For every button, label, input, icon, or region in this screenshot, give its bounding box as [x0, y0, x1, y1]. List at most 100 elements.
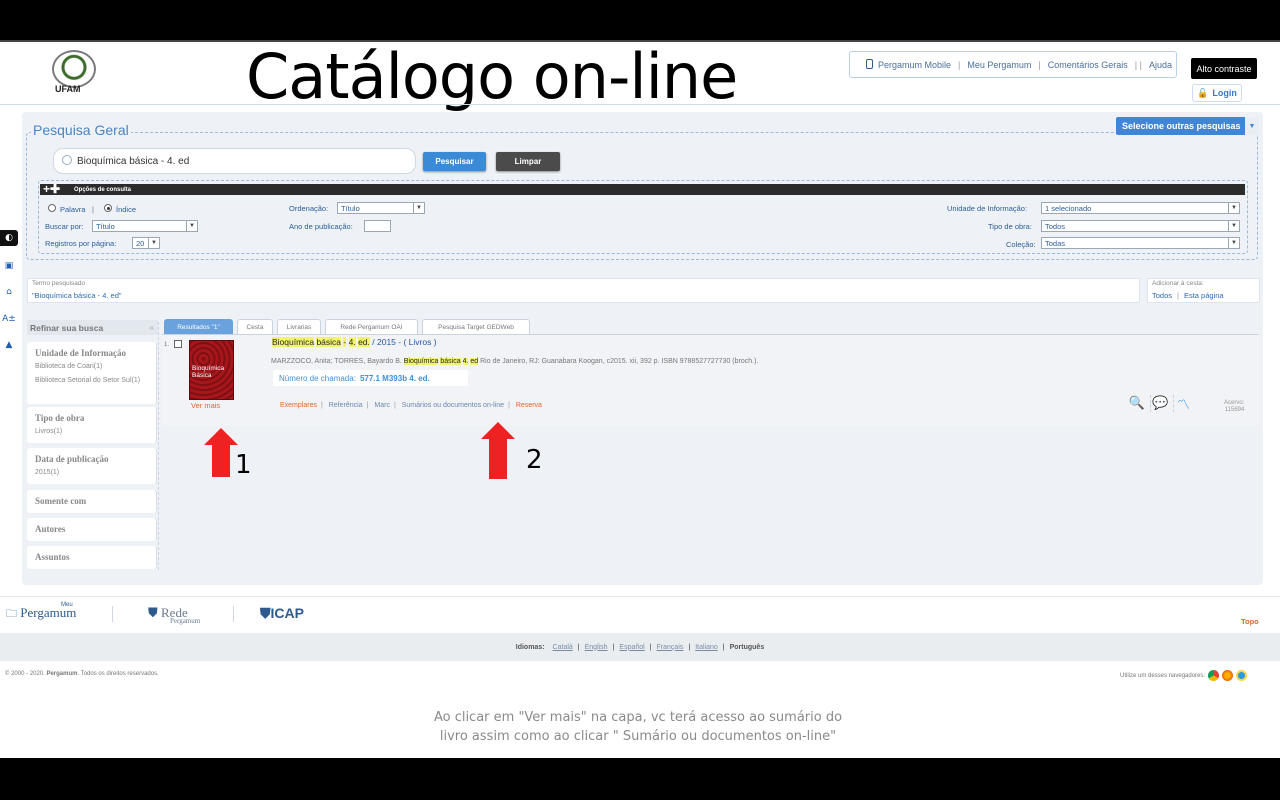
shield-icon: ⛊: [148, 605, 158, 620]
lang-espanol[interactable]: Español: [619, 644, 644, 651]
add-all-link[interactable]: Todos: [1152, 291, 1172, 300]
slide: UFAM Catálogo on-line Pergamum Mobile | …: [0, 40, 1280, 758]
radio-palavra-label: Palavra: [60, 205, 86, 214]
chrome-icon[interactable]: [1208, 670, 1220, 681]
home-icon[interactable]: ⌂: [0, 284, 18, 300]
add-page-link[interactable]: Esta página: [1184, 291, 1224, 300]
refine-group-data[interactable]: Data de publicação 2015(1): [27, 448, 157, 484]
order-select[interactable]: Título ▼: [337, 202, 425, 214]
acervo: Acervo: 115694: [1224, 400, 1244, 414]
refine-item[interactable]: 2015(1): [35, 469, 59, 477]
map-search-icon[interactable]: 🔍: [1127, 395, 1145, 412]
contrast-button[interactable]: Alto contraste: [1191, 58, 1257, 79]
link-referencia[interactable]: Referência: [329, 402, 363, 409]
options-bar[interactable]: Opções de consulta: [40, 184, 1245, 195]
add-label: Adicionar à cesta:: [1152, 280, 1204, 287]
icap-logo[interactable]: ⛊ICAP: [260, 605, 304, 622]
meu-pergamum-logo[interactable]: 🗀 Meu Pergamum: [6, 602, 76, 624]
radio-palavra[interactable]: [48, 204, 56, 212]
refine-header[interactable]: Refinar sua busca «: [27, 320, 158, 335]
link-pergamum-mobile[interactable]: Pergamum Mobile: [878, 60, 951, 70]
refine-group-unidade[interactable]: Unidade de Informação Biblioteca de Coar…: [27, 342, 157, 404]
arrow-label-1: 1: [235, 450, 252, 480]
collection-select[interactable]: Todas ▼: [1041, 237, 1240, 249]
rede-pergamum-logo[interactable]: ⛊ Rede Pergamum: [148, 605, 200, 625]
refine-group-title: Assuntos: [35, 552, 70, 562]
refine-item[interactable]: Biblioteca Setorial do Setor Sul(1): [35, 377, 145, 385]
contrast-icon[interactable]: ◐: [0, 230, 18, 246]
record-title[interactable]: Bioquímica básica - 4. ed. / 2015 - ( Li…: [272, 337, 437, 347]
firefox-icon[interactable]: [1222, 670, 1234, 681]
sidebar-divider: [158, 322, 159, 570]
tab-cesta[interactable]: Cesta: [237, 319, 273, 334]
lang-francais[interactable]: Français: [657, 644, 684, 651]
refine-group-assuntos[interactable]: Assuntos: [27, 546, 157, 569]
login-button[interactable]: 🔓 Login: [1192, 84, 1242, 102]
per-page-value: 20: [136, 238, 145, 248]
red-arrow-1: [204, 428, 238, 477]
see-more-link[interactable]: Ver mais: [191, 401, 220, 410]
collapse-icon[interactable]: «: [150, 323, 154, 332]
ie-icon[interactable]: [1236, 670, 1248, 681]
per-page-label: Registros por página:: [45, 239, 117, 248]
chart-icon[interactable]: 〽: [1173, 394, 1190, 413]
record-number: 1.: [164, 342, 170, 348]
per-page-select[interactable]: 20 ▼: [132, 237, 160, 249]
page-title: Catálogo on-line: [246, 40, 738, 113]
order-value: Título: [341, 203, 360, 213]
unit-select[interactable]: 1 selecionado ▼: [1041, 202, 1240, 214]
tab-rede-oai[interactable]: Rede Pergamum OAI: [325, 319, 418, 334]
lock-icon: 🔓: [1197, 87, 1209, 98]
title-rest: / 2015 - ( Livros ): [372, 337, 437, 347]
browsers-text: Utilize um desses navegadores:: [1120, 672, 1206, 679]
record-authors: MARZZOCO, Anita; TORRES, Bayardo B. Bioq…: [271, 358, 758, 365]
link-meu-pergamum[interactable]: Meu Pergamum: [967, 60, 1031, 70]
search-button[interactable]: Pesquisar: [423, 152, 486, 171]
order-label: Ordenação:: [289, 204, 329, 213]
refine-group-tipo[interactable]: Tipo de obra Livros(1): [27, 407, 157, 443]
refine-item[interactable]: Biblioteca de Coari(1): [35, 363, 102, 371]
top-link[interactable]: Topo: [1241, 617, 1259, 626]
link-sumarios[interactable]: Sumários ou documentos on-line: [402, 402, 504, 409]
tab-livrarias[interactable]: Livrarias: [277, 319, 321, 334]
comment-icon[interactable]: 💬: [1150, 394, 1169, 412]
refine-group-autores[interactable]: Autores: [27, 518, 157, 541]
radio-indice[interactable]: [104, 204, 112, 212]
languages-label: Idiomas:: [515, 643, 545, 651]
record-checkbox[interactable]: [174, 340, 182, 348]
search-input[interactable]: Bioquímica básica - 4. ed: [53, 148, 416, 174]
link-exemplares[interactable]: Exemplares: [280, 402, 317, 409]
sep: |: [958, 59, 961, 70]
arrow-up-icon[interactable]: ▲: [0, 337, 18, 353]
refine-group-somente[interactable]: Somente com: [27, 490, 157, 513]
plus-icon[interactable]: +✚: [43, 183, 60, 195]
logo-meu-top: Meu: [61, 602, 73, 608]
lang-english[interactable]: English: [585, 644, 608, 651]
clear-button[interactable]: Limpar: [496, 152, 560, 171]
sep: | |: [1134, 59, 1142, 70]
tab-gedweb[interactable]: Pesquisa Target GEDWeb: [422, 319, 530, 334]
footer-divider: [0, 596, 1280, 597]
languages-bar: Idiomas: Català | English | Español | Franç…: [0, 633, 1280, 661]
type-select[interactable]: Todos ▼: [1041, 220, 1240, 232]
lang-catala[interactable]: Català: [553, 644, 573, 651]
font-size-icon[interactable]: A±: [0, 311, 18, 327]
lang-italiano[interactable]: Italiano: [695, 644, 718, 651]
refine-item[interactable]: Livros(1): [35, 428, 62, 436]
mobile-icon: [866, 59, 873, 69]
chevron-down-icon: ▼: [1228, 238, 1239, 248]
year-input[interactable]: [364, 220, 391, 232]
link-ajuda[interactable]: Ajuda: [1149, 60, 1172, 70]
sep: |: [722, 643, 725, 651]
refine-header-label: Refinar sua busca: [30, 322, 104, 333]
book-cover[interactable]: Bioquímica Básica: [189, 340, 234, 400]
link-reserva[interactable]: Reserva: [516, 402, 542, 409]
link-marc[interactable]: Marc: [374, 402, 390, 409]
refine-group-title: Tipo de obra: [35, 413, 85, 423]
link-comentarios[interactable]: Comentários Gerais: [1048, 60, 1128, 70]
search-by-select[interactable]: Título ▼: [92, 220, 198, 232]
tab-resultados[interactable]: Resultados "1": [164, 319, 233, 334]
call-number-label: Número de chamada:: [279, 373, 356, 383]
other-searches-select[interactable]: Selecione outras pesquisas ▼: [1116, 117, 1259, 135]
mobile-app-icon[interactable]: ▣: [0, 258, 18, 274]
